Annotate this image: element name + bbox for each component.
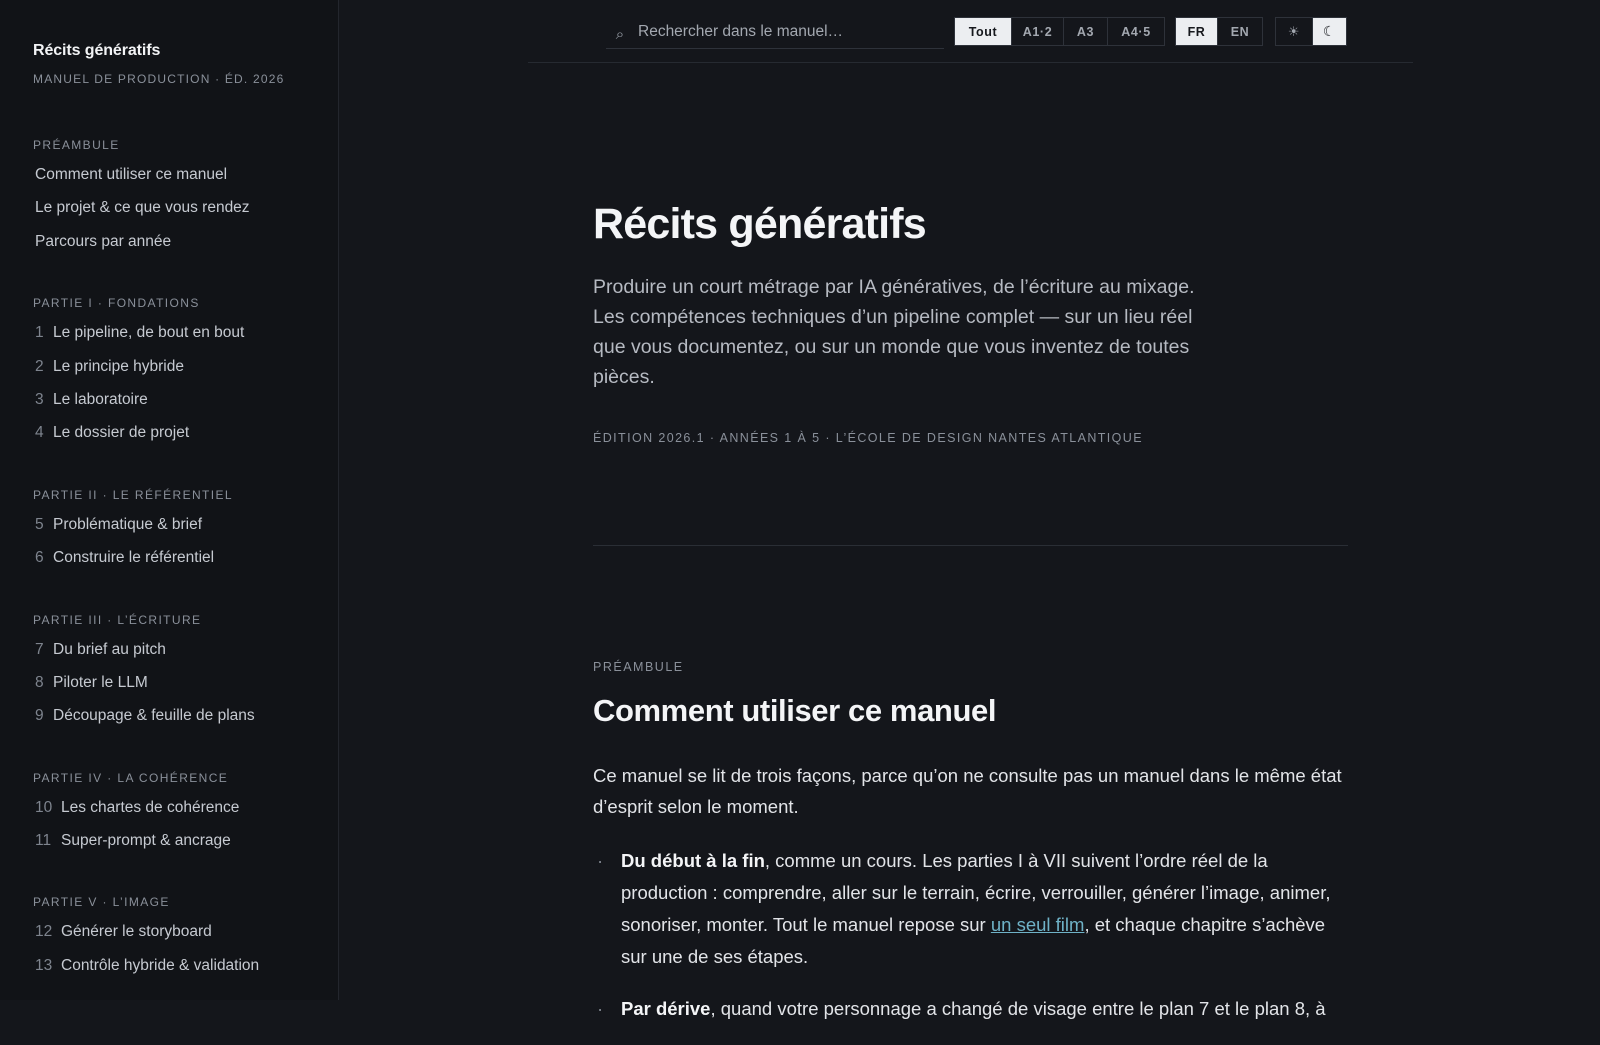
sidebar-item[interactable]: 11 Super-prompt & ancrage <box>33 832 338 865</box>
search-box[interactable]: ⌕ <box>606 16 944 49</box>
brand-title[interactable]: Récits génératifs <box>33 42 338 60</box>
sidebar-item-number: 6 <box>35 549 44 567</box>
sidebar-item-number: 1 <box>35 324 44 342</box>
sidebar-item-label: Parcours par année <box>35 232 172 250</box>
moon-icon[interactable]: ☾ <box>1313 18 1346 45</box>
sidebar-item-number: 9 <box>35 707 44 725</box>
nav-section: PARTIE IV · LA COHÉRENCE 10 Les chartes de… <box>33 771 338 866</box>
language-switch: FR EN <box>1175 17 1263 46</box>
sidebar-item-label: Le pipeline, de bout en bout <box>53 324 245 342</box>
sidebar: Récits génératifs MANUEL DE PRODUCTION ·… <box>0 0 339 1000</box>
top-bar: ⌕ Tout A1·2 A3 A4·5 FR EN ☀ ☾ <box>528 0 1413 63</box>
sidebar-item-number: 4 <box>35 424 44 442</box>
nav-section-heading: PARTIE II · LE RÉFÉRENTIEL <box>33 487 233 502</box>
sidebar-item-number: 12 <box>35 923 53 941</box>
search-input[interactable] <box>634 23 934 41</box>
sidebar-item-number: 10 <box>35 798 53 816</box>
nav-section: PARTIE V · L’IMAGE 12 Générer le storyboar… <box>33 895 338 990</box>
nav-section: PARTIE III · L’ÉCRITURE 7 Du brief au pitc… <box>33 613 338 741</box>
sidebar-nav: PRÉAMBULE Comment utiliser ce manuel Le pr… <box>33 138 338 990</box>
hero-lede: Produire un court métrage par IA générat… <box>593 276 1195 388</box>
sidebar-item-label: Découpage & feuille de plans <box>53 707 255 725</box>
section-intro: Ce manuel se lit de trois façons, parce … <box>593 765 1342 817</box>
sidebar-item-number: 13 <box>35 956 53 974</box>
list-item: · Par dérive, quand votre personnage a ch… <box>593 993 1348 1025</box>
film-link[interactable]: un seul film <box>991 914 1085 935</box>
sidebar-item[interactable]: 3 Le laboratoire <box>33 391 338 424</box>
lang-fr[interactable]: FR <box>1176 18 1218 45</box>
sidebar-item[interactable]: 8 Piloter le LLM <box>33 674 338 707</box>
brand-subtitle: MANUEL DE PRODUCTION · ÉD. 2026 <box>33 72 285 86</box>
section-title: Comment utiliser ce manuel <box>593 693 997 728</box>
sun-icon[interactable]: ☀ <box>1276 18 1313 45</box>
sidebar-item[interactable]: 5 Problématique & brief <box>33 516 338 549</box>
sidebar-item-label: Les chartes de cohérence <box>61 798 240 816</box>
section-kicker: PRÉAMBULE <box>593 660 684 674</box>
lang-en[interactable]: EN <box>1218 18 1262 45</box>
theme-switch: ☀ ☾ <box>1275 17 1347 46</box>
search-icon: ⌕ <box>615 25 625 43</box>
list-dash: · <box>597 850 604 871</box>
sidebar-item[interactable]: 6 Construire le référentiel <box>33 549 338 582</box>
sidebar-item-number: 2 <box>35 357 44 375</box>
nav-section-heading: PARTIE IV · LA COHÉRENCE <box>33 770 229 785</box>
sidebar-item[interactable]: 9 Découpage & feuille de plans <box>33 707 338 740</box>
sidebar-item-number: 5 <box>35 515 44 533</box>
sidebar-item[interactable]: Parcours par année <box>33 233 338 266</box>
filter-a1-2[interactable]: A1·2 <box>1012 18 1064 45</box>
nav-section: PRÉAMBULE Comment utiliser ce manuel Le pr… <box>33 138 338 266</box>
nav-section: PARTIE I · FONDATIONS 1 Le pipeline, de bo… <box>33 296 338 458</box>
sidebar-item[interactable]: 7 Du brief au pitch <box>33 641 338 674</box>
nav-section-heading: PARTIE III · L’ÉCRITURE <box>33 612 202 627</box>
sidebar-item[interactable]: 1 Le pipeline, de bout en bout <box>33 324 338 357</box>
sidebar-item-number: 11 <box>35 832 52 850</box>
sidebar-item-label: Construire le référentiel <box>53 549 215 567</box>
list-dash: · <box>597 998 604 1019</box>
sidebar-item-number: 8 <box>35 673 44 691</box>
sidebar-item-label: Super-prompt & ancrage <box>61 832 231 850</box>
list-item-bold: Du début à la fin <box>621 850 765 871</box>
edition-line: ÉDITION 2026.1 · ANNÉES 1 À 5 · L’ÉCOLE … <box>593 431 1143 445</box>
sidebar-item-label: Le dossier de projet <box>53 424 190 442</box>
filter-a4-5[interactable]: A4·5 <box>1108 18 1164 45</box>
nav-section-heading: PARTIE I · FONDATIONS <box>33 296 200 311</box>
sidebar-item-number: 3 <box>35 390 44 408</box>
nav-section-heading: PRÉAMBULE <box>33 138 120 152</box>
list-item-text: , quand votre personnage a changé de vis… <box>710 998 1326 1019</box>
sidebar-item-label: Générer le storyboard <box>61 923 212 941</box>
sidebar-item-label: Du brief au pitch <box>53 640 166 658</box>
nav-section-heading: PARTIE V · L’IMAGE <box>33 895 170 910</box>
sidebar-item-label: Le principe hybride <box>53 357 184 375</box>
sidebar-item-label: Contrôle hybride & validation <box>61 956 260 974</box>
divider <box>593 545 1348 546</box>
sidebar-item[interactable]: Le projet & ce que vous rendez <box>33 199 338 232</box>
sidebar-item-number: 7 <box>35 640 44 658</box>
sidebar-item-label: Problématique & brief <box>53 515 203 533</box>
nav-section: PARTIE II · LE RÉFÉRENTIEL 5 Problématique… <box>33 488 338 583</box>
reading-modes-list: · Du début à la fin, comme un cours. Les … <box>593 845 1348 1045</box>
list-item-bold: Par dérive <box>621 998 711 1019</box>
year-filter: Tout A1·2 A3 A4·5 <box>954 17 1165 46</box>
sidebar-item[interactable]: 12 Générer le storyboard <box>33 923 338 956</box>
page-title: Récits génératifs <box>593 200 927 248</box>
sidebar-item[interactable]: 13 Contrôle hybride & validation <box>33 957 338 990</box>
sidebar-item[interactable]: 4 Le dossier de projet <box>33 424 338 457</box>
sidebar-item-label: Le projet & ce que vous rendez <box>35 199 250 217</box>
sidebar-item-label: Piloter le LLM <box>53 673 148 691</box>
sidebar-item[interactable]: 2 Le principe hybride <box>33 358 338 391</box>
sidebar-item[interactable]: 10 Les chartes de cohérence <box>33 799 338 832</box>
list-item: · Du début à la fin, comme un cours. Les … <box>593 845 1348 973</box>
sidebar-item[interactable]: Comment utiliser ce manuel <box>33 166 338 199</box>
filter-a3[interactable]: A3 <box>1064 18 1108 45</box>
filter-tout[interactable]: Tout <box>955 18 1012 45</box>
sidebar-item-label: Le laboratoire <box>53 390 148 408</box>
sidebar-item-label: Comment utiliser ce manuel <box>35 166 228 183</box>
